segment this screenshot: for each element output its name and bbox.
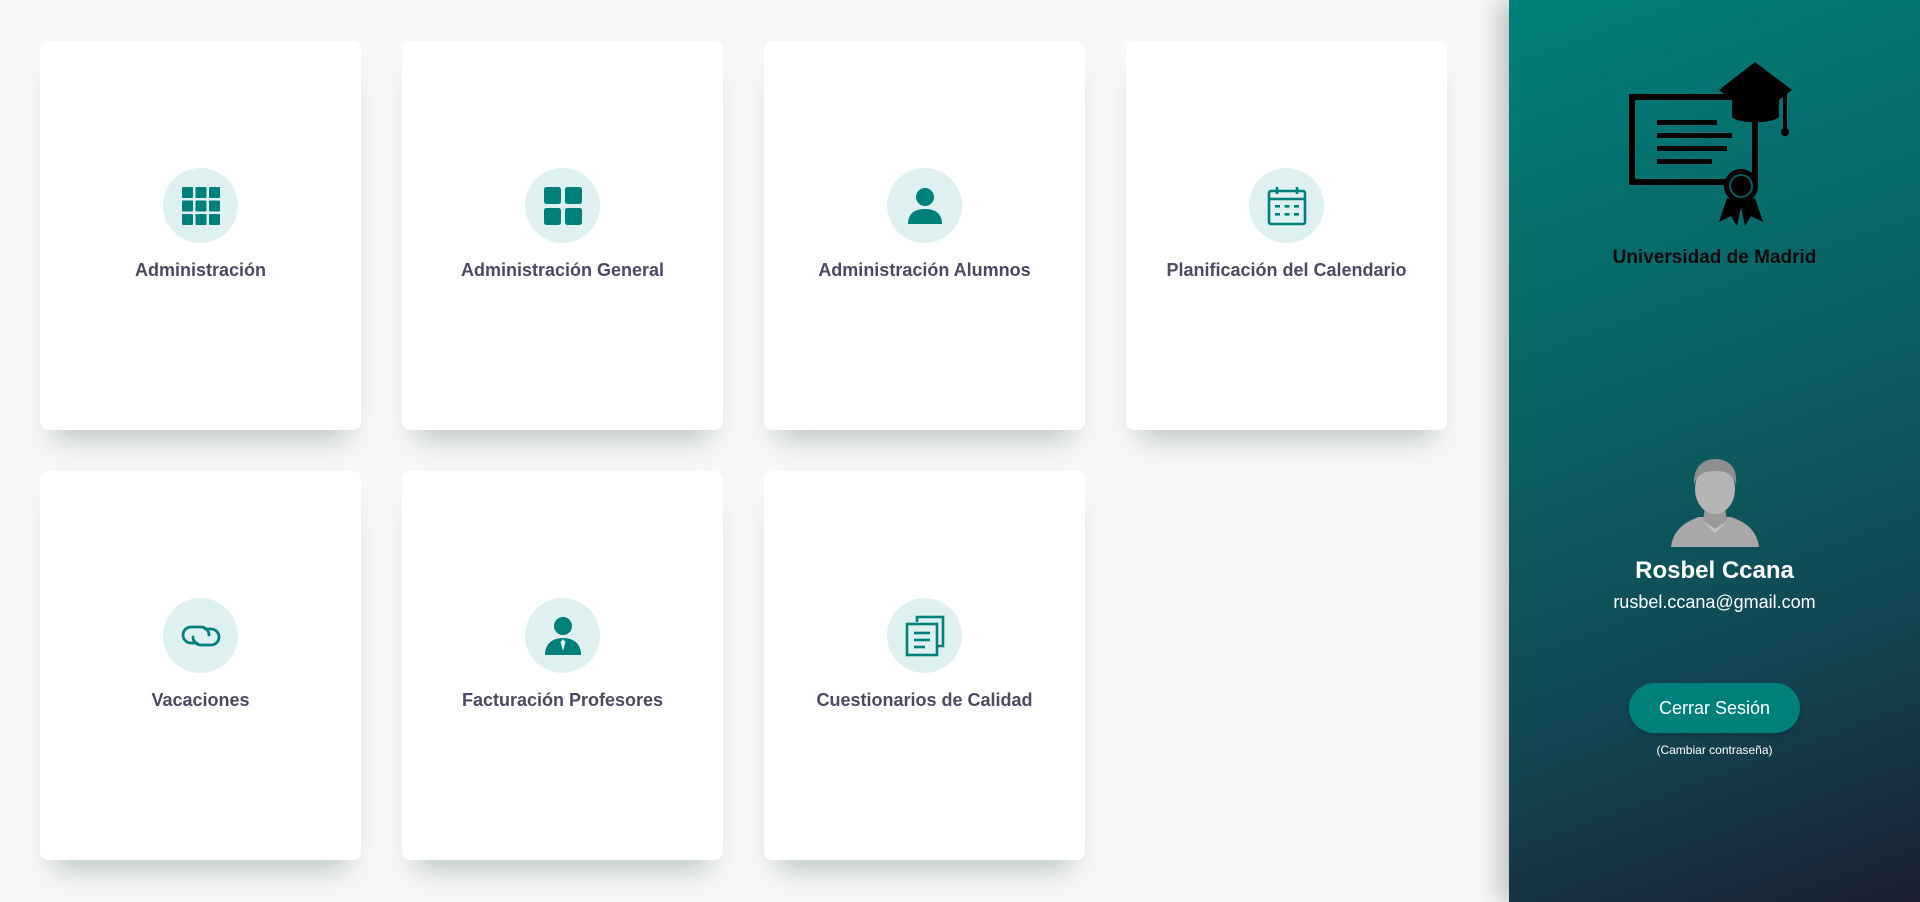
- module-card-vacaciones[interactable]: Vacaciones: [40, 471, 361, 860]
- module-label: Cuestionarios de Calidad: [816, 690, 1033, 710]
- module-label: Facturación Profesores: [461, 690, 664, 710]
- module-label: Administración: [134, 260, 267, 280]
- link-icon: [163, 598, 238, 673]
- module-card-planificacion-calendario[interactable]: Planificación del Calendario: [1126, 41, 1447, 430]
- diploma-graduation-cap-icon: [1629, 62, 1792, 226]
- module-card-administracion[interactable]: Administración: [40, 41, 361, 430]
- university-name: Universidad de Madrid: [1612, 247, 1817, 268]
- logout-button[interactable]: Cerrar Sesión: [1628, 683, 1801, 733]
- calendar-icon: [1249, 168, 1324, 243]
- module-card-cuestionarios-calidad[interactable]: Cuestionarios de Calidad: [764, 471, 1085, 860]
- module-label: Vacaciones: [151, 690, 250, 710]
- module-grid: Administración Administración General Ad…: [40, 41, 1447, 860]
- user-email: rusbel.ccana@gmail.com: [1613, 592, 1816, 612]
- module-label: Planificación del Calendario: [1166, 260, 1407, 280]
- main-content: Administración Administración General Ad…: [0, 0, 1509, 902]
- user-tie-icon: [525, 598, 600, 673]
- module-card-administracion-alumnos[interactable]: Administración Alumnos: [764, 41, 1085, 430]
- avatar: [1669, 455, 1761, 547]
- grid-icon: [163, 168, 238, 243]
- user-icon: [887, 168, 962, 243]
- module-card-administracion-general[interactable]: Administración General: [402, 41, 723, 430]
- module-label: Administración Alumnos: [818, 260, 1031, 280]
- documents-icon: [887, 598, 962, 673]
- sidebar: Universidad de Madrid Rosbel Ccana rusbe…: [1509, 0, 1920, 902]
- dashboard-icon: [525, 168, 600, 243]
- university-logo: [1627, 62, 1802, 227]
- module-card-facturacion-profesores[interactable]: Facturación Profesores: [402, 471, 723, 860]
- page: Administración Administración General Ad…: [0, 0, 1920, 902]
- module-label: Administración General: [460, 260, 665, 280]
- change-password-link[interactable]: (Cambiar contraseña): [1656, 743, 1772, 757]
- user-avatar-icon: [1670, 459, 1759, 547]
- user-name: Rosbel Ccana: [1635, 557, 1794, 584]
